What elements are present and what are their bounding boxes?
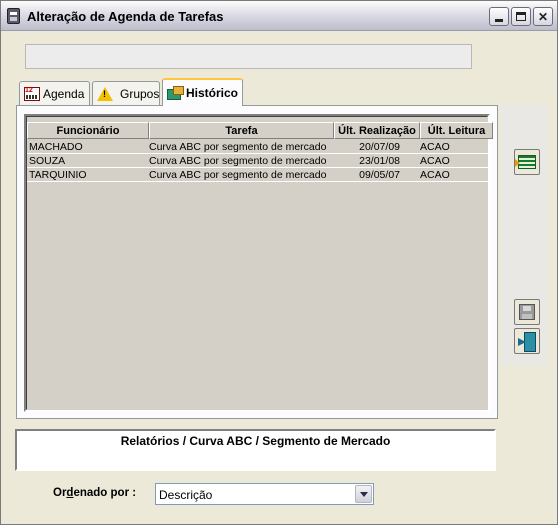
dropdown-button[interactable]	[355, 485, 372, 503]
column-header-tarefa[interactable]: Tarefa	[149, 122, 334, 139]
minimize-button[interactable]	[489, 7, 509, 26]
cell-tarefa: Curva ABC por segmento de mercado	[149, 141, 327, 153]
tab-grupos[interactable]: Grupos	[92, 81, 160, 105]
close-icon: ✕	[537, 9, 549, 24]
order-select[interactable]: Descrição	[155, 483, 374, 505]
save-button[interactable]	[514, 299, 540, 325]
cell-tarefa: Curva ABC por segmento de mercado	[149, 155, 327, 167]
breadcrumb-box: Relatórios / Curva ABC / Segmento de Mer…	[15, 429, 496, 471]
tab-agenda[interactable]: Agenda	[19, 81, 90, 105]
top-info-field	[25, 44, 472, 69]
tab-historico[interactable]: Histórico	[162, 78, 243, 106]
cell-funcionario: TARQUINIO	[29, 169, 87, 181]
grid-rows: MACHADO Curva ABC por segmento de mercad…	[27, 140, 491, 182]
table-view-icon	[515, 155, 536, 169]
history-grid[interactable]: Funcionário Tarefa Últ. Realização Últ. …	[24, 114, 493, 412]
disk-icon	[519, 304, 535, 320]
chevron-down-icon	[359, 491, 368, 497]
minimize-icon	[495, 18, 503, 22]
calendar-icon	[24, 86, 40, 101]
cell-funcionario: MACHADO	[29, 141, 83, 153]
window-title: Alteração de Agenda de Tarefas	[27, 9, 224, 24]
main-window: Alteração de Agenda de Tarefas ✕ Agenda …	[0, 0, 558, 525]
cell-funcionario: SOUZA	[29, 155, 66, 167]
tab-label: Grupos	[120, 86, 160, 101]
column-header-ult-leitura[interactable]: Últ. Leitura	[420, 122, 493, 139]
tab-label: Agenda	[43, 86, 85, 101]
table-view-button[interactable]	[514, 149, 540, 175]
exit-button[interactable]	[514, 328, 540, 354]
table-row[interactable]: MACHADO Curva ABC por segmento de mercad…	[27, 140, 491, 154]
cell-tarefa: Curva ABC por segmento de mercado	[149, 169, 327, 181]
history-icon	[167, 86, 184, 100]
cell-ult-realizacao: 09/05/07	[359, 169, 400, 181]
warning-icon	[97, 86, 113, 101]
cell-ult-realizacao: 20/07/09	[359, 141, 400, 153]
table-row[interactable]: TARQUINIO Curva ABC por segmento de merc…	[27, 168, 491, 182]
grid-header: Funcionário Tarefa Últ. Realização Últ. …	[27, 122, 493, 139]
app-icon[interactable]	[7, 8, 20, 24]
close-button[interactable]: ✕	[533, 7, 553, 26]
tab-panel-historico: Funcionário Tarefa Últ. Realização Últ. …	[16, 105, 498, 419]
title-bar[interactable]: Alteração de Agenda de Tarefas ✕	[1, 1, 557, 31]
maximize-icon	[516, 12, 526, 21]
cell-ult-leitura: ACAO	[420, 141, 450, 153]
maximize-button[interactable]	[511, 7, 531, 26]
order-select-value: Descrição	[159, 488, 213, 502]
table-row[interactable]: SOUZA Curva ABC por segmento de mercado …	[27, 154, 491, 168]
cell-ult-leitura: ACAO	[420, 169, 450, 181]
exit-icon	[518, 332, 536, 352]
tab-label: Histórico	[186, 86, 239, 100]
column-header-ult-realizacao[interactable]: Últ. Realização	[334, 122, 420, 139]
column-header-funcionario[interactable]: Funcionário	[27, 122, 149, 139]
order-label: Ordenado por :	[53, 487, 137, 499]
cell-ult-realizacao: 23/01/08	[359, 155, 400, 167]
cell-ult-leitura: ACAO	[420, 155, 450, 167]
side-toolbar	[501, 105, 547, 365]
breadcrumb: Relatórios / Curva ABC / Segmento de Mer…	[120, 434, 391, 448]
